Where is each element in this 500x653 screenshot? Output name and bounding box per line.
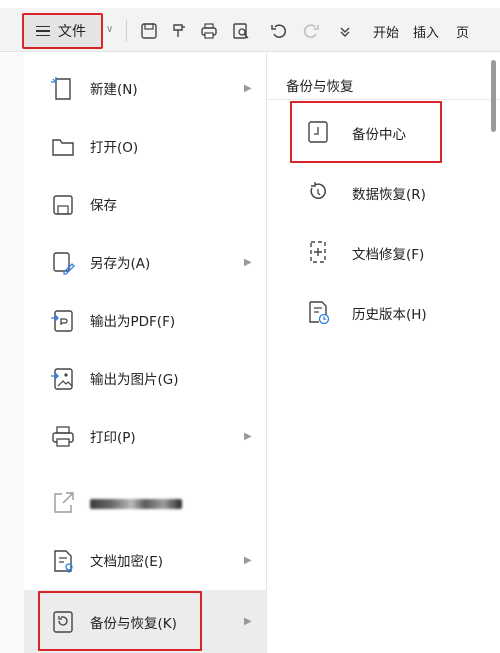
file-menu-label: 文件 [58, 24, 86, 40]
tab-page[interactable]: 页 [456, 22, 469, 41]
tab-start[interactable]: 开始 [373, 22, 399, 41]
new-file-icon [51, 77, 71, 100]
submenu-item-history-version[interactable]: 历史版本(H) [268, 283, 500, 341]
submenu-item-label: 文档修复(F) [352, 247, 425, 263]
format-painter-icon[interactable] [170, 22, 188, 40]
submenu-item-document-repair[interactable]: 文档修复(F) [268, 223, 500, 281]
menu-item-label: 新建(N) [90, 82, 138, 98]
document-repair-icon [310, 241, 326, 263]
hamburger-icon [36, 23, 50, 40]
menu-item-save[interactable]: 保存 [24, 175, 267, 233]
annotation-highlight-box [38, 591, 202, 651]
scrollbar[interactable] [491, 60, 496, 132]
image-export-icon [51, 368, 73, 390]
save-icon [53, 195, 73, 215]
more-dropdown-icon[interactable] [336, 22, 354, 40]
menu-item-label: 另存为(A) [90, 256, 151, 272]
save-icon[interactable] [140, 22, 158, 40]
menu-item-label: 打开(O) [90, 140, 139, 156]
submenu-item-data-recovery[interactable]: 数据恢复(R) [268, 163, 500, 221]
menu-item-export-pdf[interactable]: 输出为PDF(F) [24, 291, 267, 349]
print-icon[interactable] [200, 22, 218, 40]
tab-insert[interactable]: 插入 [413, 22, 439, 41]
menu-item-label: 保存 [90, 198, 117, 214]
submenu-item-label: 数据恢复(R) [352, 187, 426, 203]
menu-item-print[interactable]: 打印(P) ▶ [24, 407, 267, 465]
document-background [0, 53, 24, 653]
history-version-icon [309, 301, 330, 325]
menu-item-open[interactable]: 打开(O) [24, 117, 267, 175]
obscured-label [90, 499, 182, 509]
menu-item-label: 文档加密(E) [90, 554, 164, 570]
print-preview-icon[interactable] [232, 22, 250, 40]
backup-restore-submenu: 备份与恢复 备份中心 数据恢复(R) 文档修复(F) 历史版本(H) [268, 53, 500, 653]
annotation-highlight-box [290, 101, 442, 163]
cropped-caption [0, 0, 500, 8]
menu-item-new[interactable]: 新建(N) ▶ [24, 59, 267, 117]
toolbar: 文件 ∨ 开始 插入 页 [0, 8, 500, 52]
menu-item-encrypt[interactable]: 文档加密(E) ▶ [24, 531, 267, 589]
menu-item-label: 打印(P) [90, 430, 136, 446]
menu-item-share[interactable] [24, 473, 267, 531]
pdf-export-icon [51, 310, 73, 332]
menu-item-save-as[interactable]: 另存为(A) ▶ [24, 233, 267, 291]
chevron-right-icon: ▶ [244, 430, 252, 442]
file-menu: 新建(N) ▶ 打开(O) 保存 另存为(A) ▶ 输出为PDF(F) 输出为图… [24, 53, 267, 653]
chevron-right-icon: ▶ [244, 256, 252, 268]
file-menu-button[interactable]: 文件 [22, 13, 103, 49]
share-icon [54, 492, 74, 513]
undo-icon[interactable] [270, 22, 288, 40]
menu-item-label: 输出为图片(G) [90, 372, 179, 388]
data-recovery-icon [310, 182, 326, 199]
submenu-title: 备份与恢复 [286, 79, 354, 95]
toolbar-divider [126, 20, 127, 42]
menu-item-export-image[interactable]: 输出为图片(G) [24, 349, 267, 407]
chevron-right-icon: ▶ [244, 616, 252, 627]
encrypt-icon [54, 550, 73, 573]
printer-icon [52, 426, 74, 447]
submenu-divider [268, 99, 500, 100]
submenu-item-label: 历史版本(H) [352, 307, 427, 323]
chevron-down-icon[interactable]: ∨ [106, 24, 113, 35]
menu-item-label: 输出为PDF(F) [90, 314, 176, 330]
redo-icon[interactable] [302, 22, 320, 40]
chevron-right-icon: ▶ [244, 554, 252, 566]
save-as-icon [53, 252, 75, 275]
chevron-right-icon: ▶ [244, 82, 252, 94]
folder-icon [52, 139, 74, 156]
